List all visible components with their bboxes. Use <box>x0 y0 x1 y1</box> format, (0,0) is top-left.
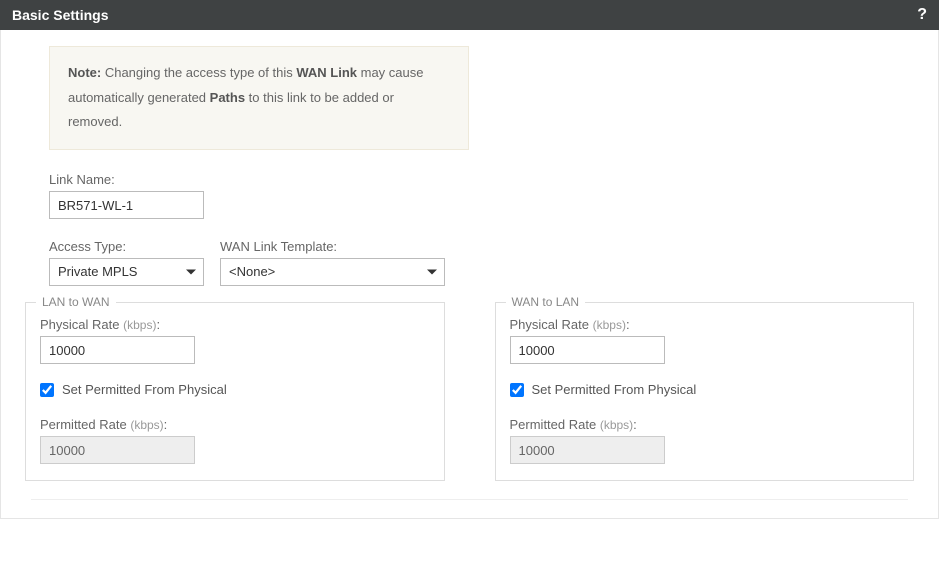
wtl-permitted-rate-input <box>510 436 665 464</box>
wtl-permitted-rate-label: Permitted Rate (kbps): <box>510 417 900 432</box>
link-name-input[interactable] <box>49 191 204 219</box>
panel-header: Basic Settings ? <box>0 0 939 30</box>
ltw-physical-rate-label: Physical Rate (kbps): <box>40 317 430 332</box>
wtl-set-permitted-checkbox[interactable] <box>510 383 524 397</box>
lan-to-wan-legend: LAN to WAN <box>36 295 116 309</box>
wtl-physical-rate-label: Physical Rate (kbps): <box>510 317 900 332</box>
lan-to-wan-fieldset: LAN to WAN Physical Rate (kbps): Set Per… <box>25 302 445 481</box>
help-icon[interactable]: ? <box>917 6 927 24</box>
access-type-value: Private MPLS <box>58 264 137 279</box>
ltw-permitted-rate-input <box>40 436 195 464</box>
wan-template-value: <None> <box>229 264 275 279</box>
note-lead: Note: <box>68 65 101 80</box>
ltw-set-permitted-label: Set Permitted From Physical <box>62 382 227 397</box>
wan-to-lan-fieldset: WAN to LAN Physical Rate (kbps): Set Per… <box>495 302 915 481</box>
wtl-physical-rate-input[interactable] <box>510 336 665 364</box>
link-name-label: Link Name: <box>49 172 914 187</box>
ltw-set-permitted-checkbox[interactable] <box>40 383 54 397</box>
access-type-label: Access Type: <box>49 239 204 254</box>
ltw-permitted-rate-label: Permitted Rate (kbps): <box>40 417 430 432</box>
divider <box>31 499 908 500</box>
wtl-set-permitted-label: Set Permitted From Physical <box>532 382 697 397</box>
ltw-physical-rate-input[interactable] <box>40 336 195 364</box>
wan-template-select[interactable]: <None> <box>220 258 445 286</box>
wan-to-lan-legend: WAN to LAN <box>506 295 586 309</box>
note-text-1: Changing the access type of this <box>101 65 296 80</box>
panel-title: Basic Settings <box>12 7 108 23</box>
note-wan-link: WAN Link <box>296 65 357 80</box>
note-paths: Paths <box>210 90 245 105</box>
wan-template-label: WAN Link Template: <box>220 239 445 254</box>
panel-content: Note: Changing the access type of this W… <box>0 30 939 519</box>
access-type-select[interactable]: Private MPLS <box>49 258 204 286</box>
note-box: Note: Changing the access type of this W… <box>49 46 469 150</box>
